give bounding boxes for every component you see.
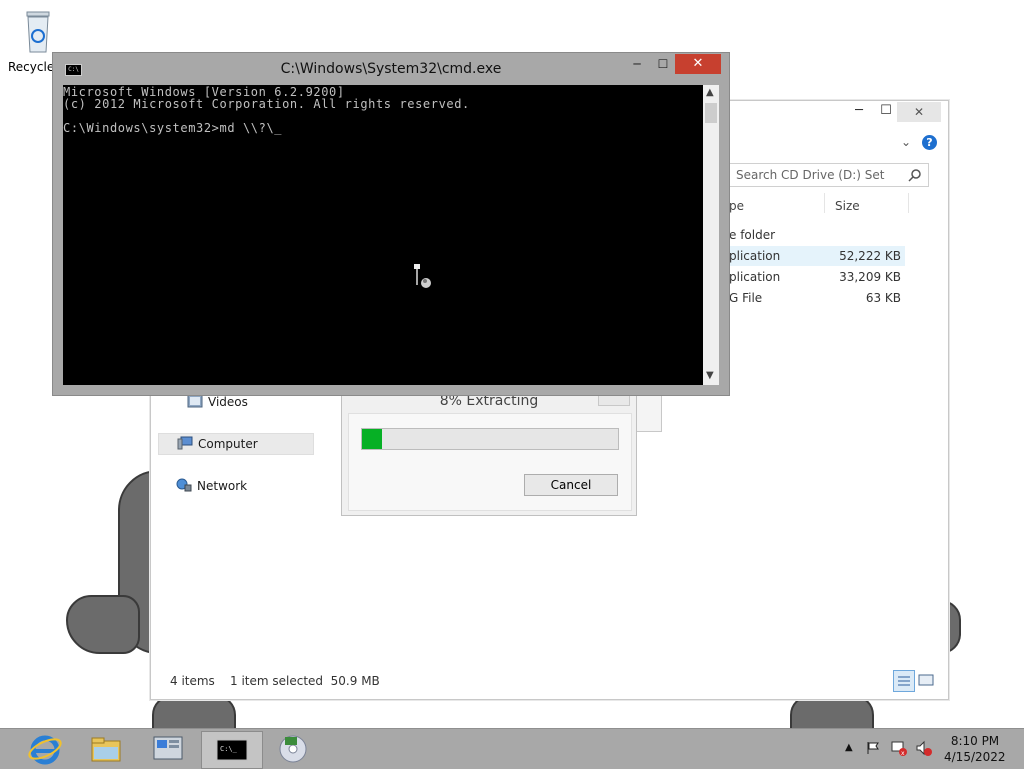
console-line: (c) 2012 Microsoft Corporation. All righ… <box>63 97 470 111</box>
file-type: e folder <box>729 228 776 242</box>
file-size: 33,209 KB <box>839 270 901 284</box>
network-icon <box>176 478 192 492</box>
ie-icon <box>28 735 62 765</box>
file-size: 63 KB <box>865 291 901 305</box>
videos-icon <box>187 394 203 408</box>
file-size: 52,222 KB <box>839 249 901 263</box>
status-item-count: 4 items <box>170 674 215 688</box>
clock-date[interactable]: 4/15/2022 <box>944 750 1006 764</box>
nav-item-label: Network <box>197 479 248 493</box>
ribbon-expand-chevron-icon[interactable]: ⌄ <box>901 135 911 149</box>
column-divider <box>824 193 825 213</box>
cancel-button[interactable]: Cancel <box>524 474 618 496</box>
details-view-button[interactable] <box>893 670 915 692</box>
volume-muted-icon[interactable] <box>916 740 932 756</box>
network-error-icon[interactable]: x <box>891 740 907 757</box>
explorer-close-button[interactable]: ✕ <box>897 102 941 122</box>
progress-bar <box>361 428 619 450</box>
flag-icon[interactable] <box>866 740 880 754</box>
progress-bar-fill <box>362 429 383 449</box>
clock-time[interactable]: 8:10 PM <box>950 734 1000 748</box>
file-row[interactable]: plication 33,209 KB <box>729 267 905 287</box>
file-row[interactable]: e folder <box>729 225 905 245</box>
taskbar: C:\_ ▲ x 8:10 PM 4/15/2022 <box>0 728 1024 769</box>
cmd-maximize-button[interactable]: ☐ <box>649 55 677 75</box>
cmd-minimize-button[interactable]: ─ <box>623 55 651 75</box>
extract-progress-dialog[interactable]: 8% Extracting Cancel <box>341 388 637 516</box>
file-type: G File <box>729 291 763 305</box>
dialog-content: Cancel <box>348 413 632 511</box>
cmd-console[interactable]: Microsoft Windows [Version 6.2.9200] (c)… <box>63 85 703 385</box>
large-icons-view-icon <box>918 674 934 686</box>
taskbar-cmd-active[interactable]: C:\_ <box>201 731 263 769</box>
search-box[interactable]: Search CD Drive (D:) Set <box>729 163 929 187</box>
column-divider <box>908 193 909 213</box>
scroll-up-arrow-icon[interactable]: ▲ <box>706 87 714 98</box>
cmd-scrollbar[interactable]: ▲ ▼ <box>703 85 719 385</box>
computer-icon <box>177 436 193 450</box>
details-view-icon <box>898 676 910 686</box>
server-manager-icon <box>153 736 183 760</box>
scrollbar-thumb[interactable] <box>705 103 717 123</box>
recycle-bin-label: Recycle <box>8 60 55 74</box>
scroll-down-arrow-icon[interactable]: ▼ <box>706 370 714 381</box>
nav-item-label: Computer <box>198 437 258 451</box>
nav-item-computer[interactable]: Computer <box>158 433 314 455</box>
show-hidden-icons-button[interactable]: ▲ <box>845 742 853 753</box>
mouse-cursor-icon <box>414 264 431 288</box>
explorer-icon <box>91 737 121 762</box>
help-icon[interactable]: ? <box>922 135 937 150</box>
cmd-window[interactable]: C:\ C:\Windows\System32\cmd.exe ─ ☐ ✕ Mi… <box>52 52 730 396</box>
file-row[interactable]: G File 63 KB <box>729 288 905 308</box>
file-type: plication <box>729 249 781 263</box>
column-header-type[interactable]: pe <box>729 199 744 213</box>
taskbar-file-explorer[interactable] <box>77 731 135 767</box>
column-header-size[interactable]: Size <box>835 199 860 213</box>
taskbar-server-manager[interactable] <box>139 731 197 767</box>
explorer-minimize-button[interactable]: ─ <box>844 101 874 121</box>
file-row-selected[interactable]: plication 52,222 KB <box>729 246 905 266</box>
cmd-close-button[interactable]: ✕ <box>675 54 721 74</box>
taskbar-ie[interactable] <box>16 731 74 767</box>
svg-text:x: x <box>901 750 905 756</box>
search-input-placeholder: Search CD Drive (D:) Set <box>736 168 885 182</box>
nav-item-label: Videos <box>208 395 248 409</box>
nav-item-network[interactable]: Network <box>171 476 321 496</box>
cmd-titlebar[interactable]: C:\ C:\Windows\System32\cmd.exe ─ ☐ ✕ <box>53 53 729 83</box>
search-icon[interactable] <box>908 168 922 182</box>
svg-text:C:\_: C:\_ <box>220 745 238 753</box>
setup-disc-icon <box>279 735 307 763</box>
cmd-icon: C:\_ <box>216 739 248 761</box>
taskbar-setup-disc[interactable] <box>264 731 322 767</box>
recycle-bin-icon <box>26 11 50 53</box>
console-line: C:\Windows\system32>md \\?\_ <box>63 121 283 135</box>
large-icons-view-button[interactable] <box>917 671 935 689</box>
file-type: plication <box>729 270 781 284</box>
status-selection: 1 item selected 50.9 MB <box>230 674 380 688</box>
